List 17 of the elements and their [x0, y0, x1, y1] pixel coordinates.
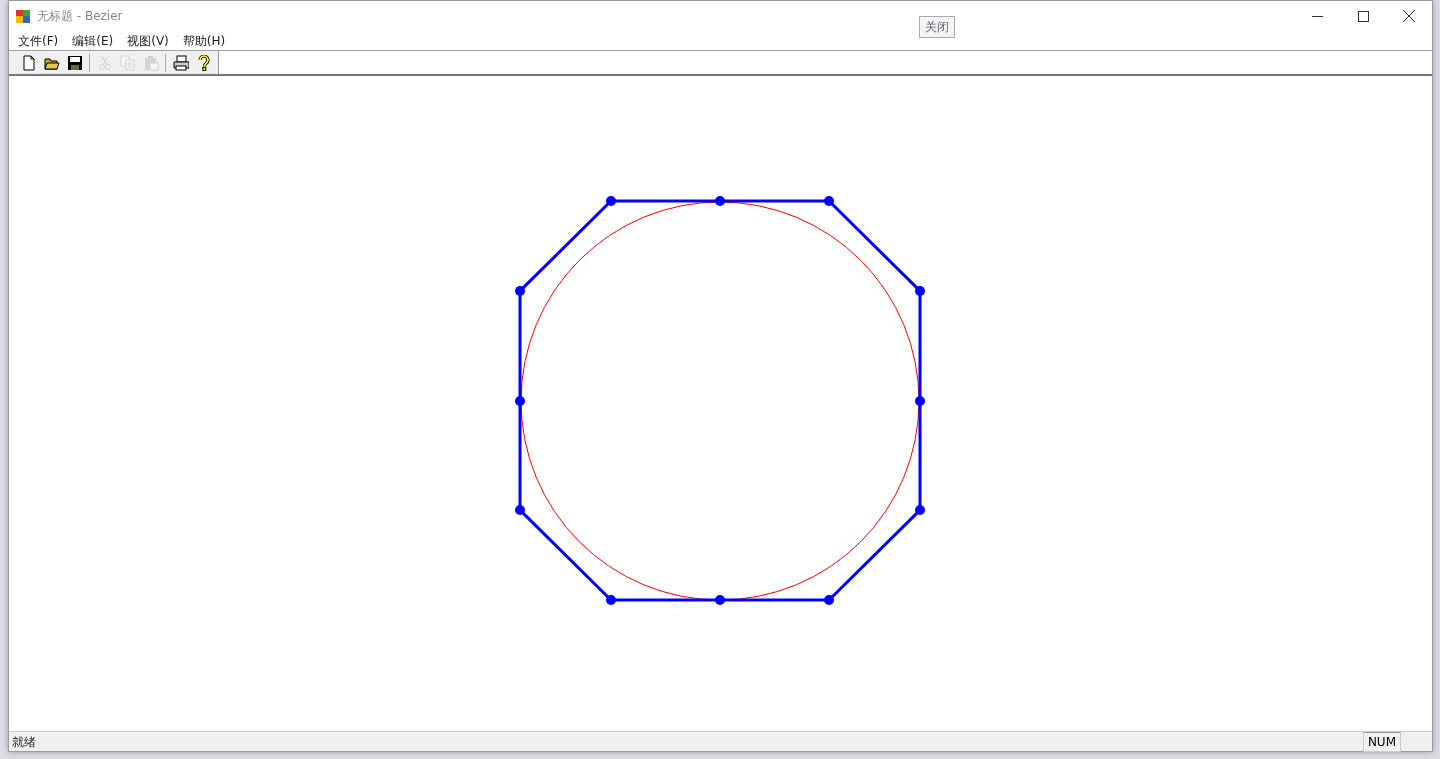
copy-icon	[119, 54, 136, 71]
window-title: 无标题 - Bezier	[37, 8, 123, 25]
scissors-icon	[96, 54, 113, 71]
menu-item[interactable]: 编辑(E)	[65, 31, 121, 50]
close-popup-button[interactable]: 关闭	[919, 16, 955, 38]
app-icon	[15, 8, 31, 24]
menu-item[interactable]: 视图(V)	[120, 31, 176, 50]
printer-icon	[172, 54, 189, 71]
status-indicator: NUM	[1362, 731, 1401, 752]
floppy-icon	[66, 54, 83, 71]
new-file-icon	[20, 54, 37, 71]
clipboard-icon	[142, 54, 159, 71]
menu-item[interactable]: 文件(F)	[11, 31, 66, 50]
close-icon	[1403, 10, 1415, 22]
maximize-icon	[1357, 10, 1369, 22]
menu-item[interactable]: 帮助(H)	[175, 31, 233, 50]
status-message: 就绪	[12, 733, 36, 751]
